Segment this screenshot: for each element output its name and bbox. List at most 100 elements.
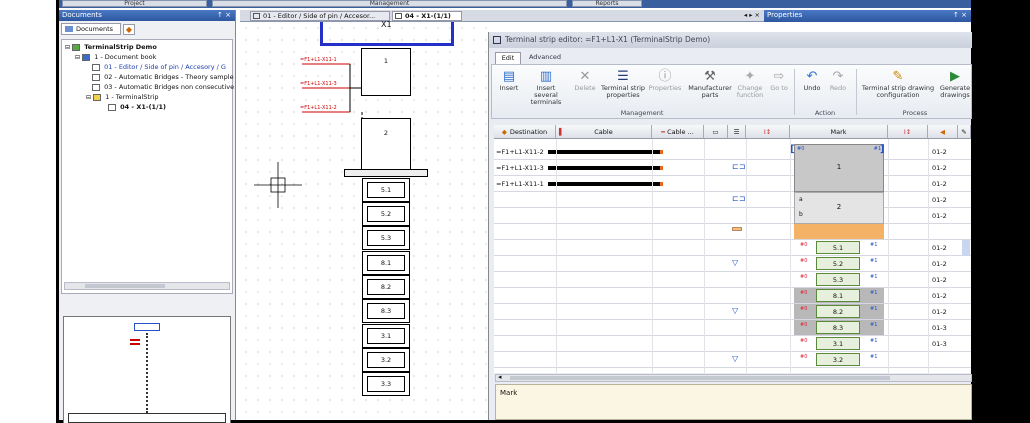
bridge-icon[interactable]: ▽	[732, 306, 738, 315]
terminal-5-1[interactable]: 5.1	[362, 178, 410, 202]
column-destination[interactable]: ◆ Destination	[494, 125, 556, 139]
table-row[interactable]	[494, 224, 971, 240]
scrollbar-thumb[interactable]	[85, 284, 165, 288]
mark-cell-2[interactable]: 2 a b	[794, 192, 884, 224]
scroll-left-icon[interactable]: ◂	[498, 373, 502, 381]
manufacturer-parts-button[interactable]: ⚒ Manufacturer parts	[688, 69, 732, 99]
column-cable-2[interactable]: ━ Cable ...	[652, 125, 704, 139]
doc-tab-01[interactable]: 01 - Editor / Side of pin / Accesor...	[250, 11, 390, 21]
table-row[interactable]: ▽ 3.2 #0 #1	[494, 352, 971, 368]
terminal-2[interactable]: 2	[361, 118, 411, 170]
mark-8-2: 8.2	[816, 305, 860, 318]
mark-5-1: 5.1	[816, 241, 860, 254]
cable-end	[660, 166, 663, 170]
collapse-icon[interactable]: ⊟	[86, 94, 91, 101]
table-row[interactable]: ▽ 5.2 #0 #1 01-2	[494, 256, 971, 272]
mark-cell-accessory[interactable]	[794, 224, 884, 239]
column-mark[interactable]: Mark	[790, 125, 888, 139]
column-level[interactable]: I↕	[746, 125, 790, 139]
insert-button[interactable]: ▤ Insert	[496, 69, 522, 92]
drawing-config-button[interactable]: ✎ Terminal strip drawing configuration	[860, 69, 936, 99]
column-level-2[interactable]: I↕	[888, 125, 928, 139]
table-row[interactable]: 01-2	[494, 208, 971, 224]
panel-pin-close-icon[interactable]: ↑ ×	[953, 10, 967, 21]
level-icon: I↕	[763, 127, 772, 136]
tree-item-terminalstrip-folder[interactable]: ⊟ 1 - TerminalStrip	[86, 93, 159, 101]
table-row[interactable]: 8.1 #0 #1 01-2	[494, 288, 971, 304]
terminal-3-1[interactable]: 3.1	[362, 324, 410, 348]
table-row[interactable]: 3.1 #0 #1 01-3	[494, 336, 971, 352]
goto-button[interactable]: ⇨ Go to	[768, 69, 790, 92]
panel-pin-close-icon[interactable]: ↑ ×	[217, 10, 231, 21]
tab-project[interactable]: Project	[62, 0, 207, 7]
collapse-icon[interactable]: ⊟	[75, 54, 80, 61]
manufacturer-parts-icon: ⚒	[704, 68, 716, 84]
change-function-button[interactable]: ✦ Change function	[734, 69, 766, 99]
horizontal-scrollbar[interactable]	[64, 282, 230, 290]
jumper-icon[interactable]: ⊏⊐	[732, 194, 745, 203]
page-icon	[92, 73, 100, 81]
tree-item-doc-03[interactable]: 03 - Automatic Bridges non consecutive	[92, 83, 234, 91]
window-frame-right	[971, 0, 1030, 423]
tab-reports[interactable]: Reports	[572, 0, 642, 7]
bridge-icon[interactable]: ▽	[732, 258, 738, 267]
terminal-5-3[interactable]: 5.3	[362, 226, 410, 250]
tree-item-doc-04[interactable]: 04 - X1-(1/1)	[108, 103, 166, 111]
collapse-icon[interactable]: ⊟	[65, 44, 70, 51]
group-management-label: Management	[620, 109, 664, 117]
mark-8-3: 8.3	[816, 321, 860, 334]
table-row[interactable]: 5.1 #0 #1 01-2	[494, 240, 971, 256]
mark-cell-1[interactable]: 1 #0 #1	[794, 144, 884, 192]
column-accessory[interactable]: ◀	[928, 125, 958, 139]
tree-item-project[interactable]: ⊟ TerminalStrip Demo	[65, 43, 157, 51]
generate-drawings-button[interactable]: ▶ Generate drawings	[938, 69, 972, 99]
vertical-scrollbar-thumb[interactable]	[962, 240, 970, 256]
column-cable[interactable]: ▌ Cable	[556, 125, 652, 139]
column-jumper[interactable]: ▭	[704, 125, 728, 139]
table-row[interactable]: 5.3 #0 #1 01-2	[494, 272, 971, 288]
strip-properties-button[interactable]: ☰ Terminal strip properties	[600, 69, 646, 99]
redo-icon: ↷	[832, 68, 844, 84]
ribbon-divider	[856, 69, 857, 115]
page-icon	[253, 13, 260, 19]
properties-button[interactable]: ⓘ Properties	[648, 69, 682, 92]
tab-advanced[interactable]: Advanced	[525, 52, 565, 64]
terminal-5-2[interactable]: 5.2	[362, 202, 410, 226]
terminal-3-3[interactable]: 3.3	[362, 372, 410, 396]
terminal-3-2[interactable]: 3.2	[362, 348, 410, 372]
table-row[interactable]: =F1+L1-X11-1 01-2	[494, 176, 971, 192]
jumper-icon[interactable]: ⊏⊐	[732, 162, 745, 171]
tab-management[interactable]: Management	[212, 0, 567, 7]
terminal-8-2[interactable]: 8.2	[362, 275, 410, 299]
tabs-nav-icons[interactable]: ◂ ▸ ×	[744, 11, 760, 19]
redo-button[interactable]: ↷ Redo	[826, 69, 850, 92]
table-row[interactable]: ▽ 8.2 #0 #1 01-2	[494, 304, 971, 320]
bridge-icon[interactable]: ▽	[732, 354, 738, 363]
table-row[interactable]: ⊏⊐ 01-2	[494, 192, 971, 208]
cable-bar	[548, 182, 660, 186]
column-extra[interactable]: ✎	[958, 125, 971, 139]
tree-item-doc-01[interactable]: 01 - Editor / Side of pin / Accesory / G	[92, 63, 226, 71]
tree-item-document-book[interactable]: ⊟ 1 - Document book	[75, 53, 156, 61]
column-strip[interactable]: ☰	[728, 125, 746, 139]
undo-button[interactable]: ↶ Undo	[800, 69, 824, 92]
tab-documents[interactable]: Documents	[61, 23, 121, 35]
tab-edit[interactable]: Edit	[495, 52, 521, 64]
layers-icon[interactable]: ◆	[123, 24, 135, 35]
drawing-canvas[interactable]: X1 =F1+L1-X11-1 =F1+L1-X11-3 =F1+L1-X11-…	[240, 20, 488, 420]
doc-tab-04[interactable]: 04 - X1-(1/1)	[392, 11, 462, 21]
scrollbar-thumb[interactable]	[510, 376, 890, 380]
tree-item-doc-02[interactable]: 02 - Automatic Bridges - Theory sample	[92, 73, 234, 81]
table-row[interactable]: 8.3 #0 #1 01-3	[494, 320, 971, 336]
table-row[interactable]: =F1+L1-X11-3 ⊏⊐ 01-2	[494, 160, 971, 176]
terminal-8-1[interactable]: 8.1	[362, 251, 410, 275]
insert-several-button[interactable]: ▥ Insert several terminals	[524, 69, 568, 106]
table-row[interactable]: =F1+L1-X11-2 01-2	[494, 144, 971, 160]
thumbnail-title-box	[134, 323, 160, 331]
delete-button[interactable]: ✕ Delete	[572, 69, 598, 92]
terminal-8-3[interactable]: 8.3	[362, 299, 410, 323]
terminal-1[interactable]: 1	[361, 48, 411, 96]
page-thumbnail[interactable]	[63, 316, 231, 423]
grid-horizontal-scrollbar[interactable]: ◂	[495, 373, 972, 382]
wire-label: =F1+L1-X11-2	[300, 105, 337, 111]
